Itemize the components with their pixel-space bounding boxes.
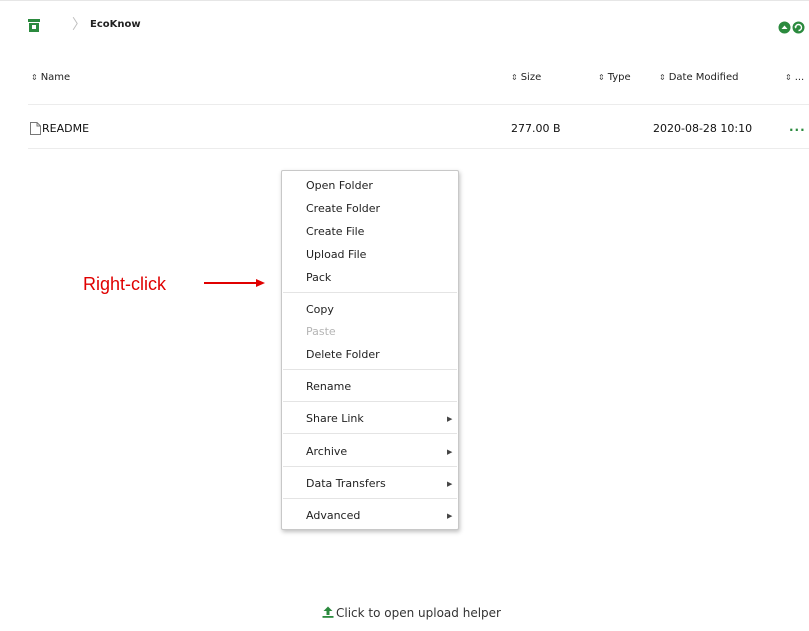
row-actions-button[interactable]: ... (789, 120, 806, 134)
menu-item-share-link[interactable]: Share Link (306, 412, 364, 425)
sort-icon: ⇕ (598, 73, 605, 82)
upload-icon (322, 606, 334, 621)
submenu-caret-icon: ▶ (447, 415, 453, 423)
menu-item-advanced[interactable]: Advanced (306, 509, 360, 522)
upload-helper-text: Click to open upload helper (336, 606, 501, 620)
submenu-caret-icon: ▶ (447, 512, 453, 520)
column-header-size[interactable]: ⇕ Size (511, 72, 541, 83)
menu-item-paste: Paste (306, 325, 336, 338)
sort-icon: ⇕ (785, 73, 792, 82)
menu-item-upload-file[interactable]: Upload File (306, 248, 366, 261)
file-name[interactable]: README (42, 122, 89, 135)
upload-helper-link[interactable]: Click to open upload helper (322, 606, 501, 621)
top-actions (778, 19, 805, 38)
menu-item-create-file[interactable]: Create File (306, 225, 364, 238)
menu-item-data-transfers[interactable]: Data Transfers (306, 477, 386, 490)
file-date: 2020-08-28 10:10 (653, 122, 753, 135)
menu-separator (283, 401, 457, 402)
circle-up-icon[interactable] (778, 19, 791, 38)
header-divider (28, 104, 809, 105)
table-row[interactable]: README 277.00 B 2020-08-28 10:10 ... (0, 118, 809, 140)
column-header-more[interactable]: ⇕... (785, 72, 804, 83)
column-header-type[interactable]: ⇕ Type (598, 72, 631, 83)
breadcrumb-separator: 〉 (72, 17, 86, 33)
annotation-label: Right-click (83, 274, 167, 294)
menu-separator (283, 498, 457, 499)
menu-item-pack[interactable]: Pack (306, 271, 331, 284)
menu-item-open-folder[interactable]: Open Folder (306, 179, 373, 192)
submenu-caret-icon: ▶ (447, 448, 453, 456)
file-icon (30, 120, 41, 139)
column-header-date-modified[interactable]: ⇕ Date Modified (659, 72, 738, 83)
submenu-caret-icon: ▶ (447, 480, 453, 488)
menu-separator (283, 292, 457, 293)
sort-icon: ⇕ (31, 73, 38, 82)
menu-separator (283, 466, 457, 467)
refresh-icon[interactable] (792, 19, 805, 38)
context-menu: Open Folder Create Folder Create File Up… (281, 170, 459, 530)
menu-item-delete-folder[interactable]: Delete Folder (306, 348, 380, 361)
menu-item-create-folder[interactable]: Create Folder (306, 202, 380, 215)
top-bar: 〉 EcoKnow (0, 0, 809, 49)
sort-icon: ⇕ (511, 73, 518, 82)
column-header-name[interactable]: ⇕ Name (31, 72, 70, 83)
annotation-arrow (204, 279, 265, 287)
row-divider (28, 148, 809, 149)
menu-item-archive[interactable]: Archive (306, 445, 347, 458)
menu-item-rename[interactable]: Rename (306, 380, 351, 393)
breadcrumb-current[interactable]: EcoKnow (90, 19, 141, 30)
menu-separator (283, 369, 457, 370)
menu-item-copy[interactable]: Copy (306, 303, 334, 316)
menu-separator (283, 433, 457, 434)
file-size: 277.00 B (511, 122, 561, 135)
home-drive-icon[interactable] (28, 17, 40, 36)
sort-icon: ⇕ (659, 73, 666, 82)
